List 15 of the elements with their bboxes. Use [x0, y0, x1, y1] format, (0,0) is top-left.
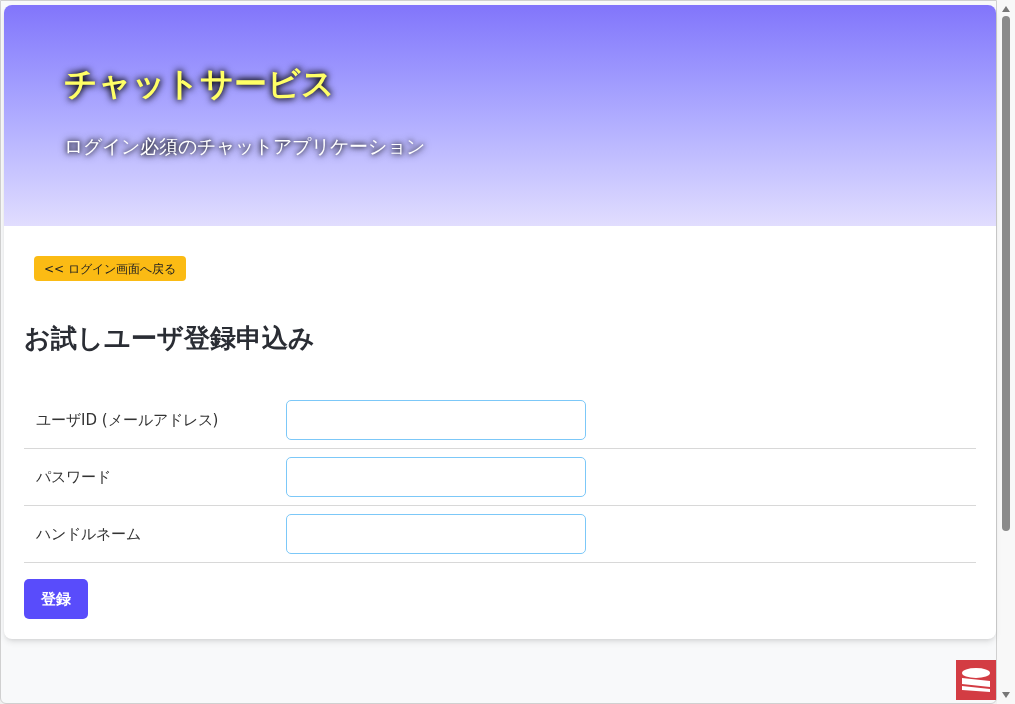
site-title: チャットサービス [64, 63, 335, 105]
field-label: ハンドルネーム [36, 523, 142, 545]
scroll-down-arrow-icon[interactable] [1002, 692, 1010, 698]
field-label: パスワード [36, 466, 112, 488]
site-subtitle: ログイン必須のチャットアプリケーション [64, 134, 425, 160]
field-label: ユーザID (メールアドレス) [36, 409, 220, 431]
back-button[interactable]: << ログイン画面へ戻る [34, 256, 186, 281]
input-field[interactable] [286, 514, 586, 554]
register-button[interactable]: 登録 [24, 579, 88, 619]
scroll-up-arrow-icon[interactable] [1002, 6, 1010, 12]
page-heading: お試しユーザ登録申込み [24, 322, 315, 355]
input-field[interactable] [286, 457, 586, 497]
scrollbar[interactable] [997, 0, 1015, 704]
debug-toolbar-icon[interactable] [956, 660, 996, 700]
input-field[interactable] [286, 400, 586, 440]
